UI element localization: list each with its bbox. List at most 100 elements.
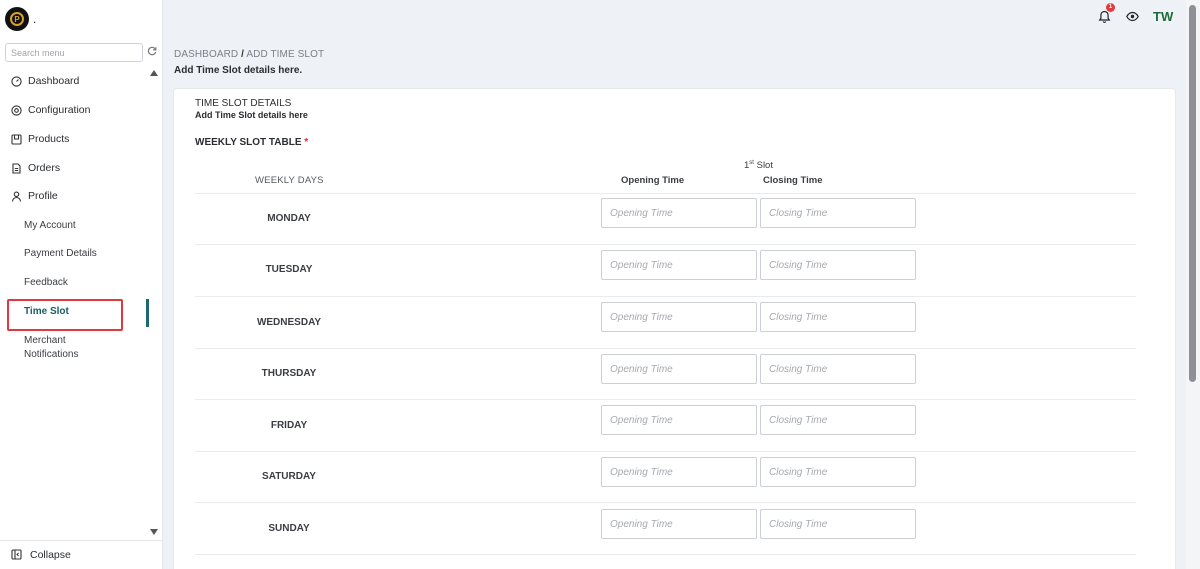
sidebar-item-label: Products	[28, 133, 70, 145]
sunday-opening-time-input[interactable]	[602, 510, 756, 538]
eye-icon[interactable]	[1126, 11, 1140, 23]
collapse-icon	[11, 549, 23, 561]
table-divider	[195, 296, 1136, 297]
thursday-closing-time-field[interactable]	[760, 354, 916, 384]
page-scrollbar[interactable]	[1186, 0, 1200, 569]
table-divider	[195, 193, 1136, 194]
orders-icon	[10, 162, 22, 174]
breadcrumb-separator: /	[241, 49, 245, 60]
products-icon	[10, 133, 22, 145]
col-header-opening-time: Opening Time	[621, 175, 685, 186]
sidebar-subitem-feedback[interactable]: Feedback	[24, 276, 68, 290]
sidebar-subitem-merchant-notifications[interactable]: Merchant Notifications	[24, 334, 78, 362]
friday-opening-time-input[interactable]	[602, 406, 756, 434]
thursday-opening-time-field[interactable]	[601, 354, 757, 384]
sidebar-item-label: Profile	[28, 190, 58, 202]
thursday-opening-time-input[interactable]	[602, 355, 756, 383]
slot-text: Slot	[756, 160, 773, 172]
refresh-icon[interactable]	[147, 46, 159, 58]
user-avatar[interactable]: TW	[1153, 9, 1173, 24]
wednesday-closing-time-field[interactable]	[760, 302, 916, 332]
table-divider	[195, 399, 1136, 400]
col-header-closing-time: Closing Time	[763, 175, 823, 186]
thursday-closing-time-input[interactable]	[761, 355, 915, 383]
sidebar-item-label: Orders	[28, 162, 61, 174]
sidebar-item-configuration[interactable]: Configuration	[10, 101, 90, 119]
friday-closing-time-input[interactable]	[761, 406, 915, 434]
scrollbar-thumb[interactable]	[1189, 5, 1196, 382]
collapse-button[interactable]: Collapse	[0, 540, 163, 569]
sidebar-item-dashboard[interactable]: Dashboard	[10, 72, 79, 90]
collapse-label: Collapse	[30, 549, 71, 561]
notification-badge: 1	[1106, 3, 1115, 12]
breadcrumb: DASHBOARD / ADD TIME SLOT	[174, 49, 324, 60]
logo-mark-icon: P	[10, 12, 24, 26]
sunday-opening-time-field[interactable]	[601, 509, 757, 539]
table-divider	[195, 451, 1136, 452]
tuesday-closing-time-field[interactable]	[760, 250, 916, 280]
saturday-opening-time-input[interactable]	[602, 458, 756, 486]
friday-closing-time-field[interactable]	[760, 405, 916, 435]
brand-text: .	[33, 12, 37, 26]
monday-closing-time-input[interactable]	[761, 199, 915, 227]
card-subtitle: Add Time Slot details here	[195, 110, 308, 120]
table-divider	[195, 348, 1136, 349]
tuesday-closing-time-input[interactable]	[761, 251, 915, 279]
dashboard-icon	[10, 75, 22, 87]
time-slot-card: TIME SLOT DETAILS Add Time Slot details …	[173, 88, 1176, 569]
table-divider	[195, 554, 1136, 555]
wednesday-closing-time-input[interactable]	[761, 303, 915, 331]
day-label-friday: FRIDAY	[270, 420, 308, 431]
sidebar-item-products[interactable]: Products	[10, 130, 69, 148]
slot-header: 1st Slot	[744, 160, 773, 171]
day-label-monday: MONDAY	[267, 213, 311, 224]
slot-ordinal: st	[749, 160, 754, 166]
sidebar-subitem-time-slot[interactable]: Time Slot	[24, 305, 69, 319]
merchant-notifications-line1: Merchant	[24, 335, 66, 346]
sidebar-item-orders[interactable]: Orders	[10, 159, 60, 177]
page-subtitle: Add Time Slot details here.	[174, 65, 303, 76]
monday-opening-time-input[interactable]	[602, 199, 756, 227]
saturday-opening-time-field[interactable]	[601, 457, 757, 487]
table-label-text: WEEKLY SLOT TABLE	[195, 137, 302, 148]
monday-opening-time-field[interactable]	[601, 198, 757, 228]
table-divider	[195, 502, 1136, 503]
user-icon	[10, 190, 22, 202]
gear-icon	[10, 104, 22, 116]
bell-icon[interactable]	[1098, 10, 1112, 24]
active-indicator	[146, 299, 149, 327]
table-divider	[195, 244, 1136, 245]
sunday-closing-time-field[interactable]	[760, 509, 916, 539]
sidebar-item-profile[interactable]: Profile	[10, 187, 58, 205]
saturday-closing-time-input[interactable]	[761, 458, 915, 486]
saturday-closing-time-field[interactable]	[760, 457, 916, 487]
sidebar-subitem-my-account[interactable]: My Account	[24, 219, 76, 233]
col-header-weekly-days: WEEKLY DAYS	[255, 175, 324, 186]
sidebar-scroll-up-icon[interactable]	[150, 70, 158, 76]
card-title: TIME SLOT DETAILS	[195, 98, 292, 109]
weekly-slot-table-label: WEEKLY SLOT TABLE *	[195, 137, 308, 148]
wednesday-opening-time-input[interactable]	[602, 303, 756, 331]
search-menu-input[interactable]	[6, 44, 142, 61]
tuesday-opening-time-input[interactable]	[602, 251, 756, 279]
breadcrumb-current: ADD TIME SLOT	[246, 49, 325, 60]
friday-opening-time-field[interactable]	[601, 405, 757, 435]
wednesday-opening-time-field[interactable]	[601, 302, 757, 332]
day-label-thursday: THURSDAY	[261, 368, 317, 379]
sidebar: P . Dashboard Configuration Products Ord…	[0, 0, 163, 569]
day-label-tuesday: TUESDAY	[265, 264, 313, 275]
day-label-saturday: SATURDAY	[262, 471, 316, 482]
breadcrumb-root[interactable]: DASHBOARD	[174, 49, 238, 60]
sunday-closing-time-input[interactable]	[761, 510, 915, 538]
tuesday-opening-time-field[interactable]	[601, 250, 757, 280]
merchant-notifications-line2: Notifications	[24, 349, 79, 360]
day-label-sunday: SUNDAY	[268, 523, 310, 534]
search-menu-field[interactable]	[5, 43, 143, 62]
monday-closing-time-field[interactable]	[760, 198, 916, 228]
sidebar-subitem-payment-details[interactable]: Payment Details	[24, 247, 97, 261]
sidebar-item-label: Dashboard	[28, 75, 80, 87]
sidebar-scroll-down-icon[interactable]	[150, 529, 158, 535]
brand-logo[interactable]: P	[5, 7, 29, 31]
required-mark: *	[304, 137, 309, 148]
sidebar-item-label: Configuration	[28, 104, 91, 116]
